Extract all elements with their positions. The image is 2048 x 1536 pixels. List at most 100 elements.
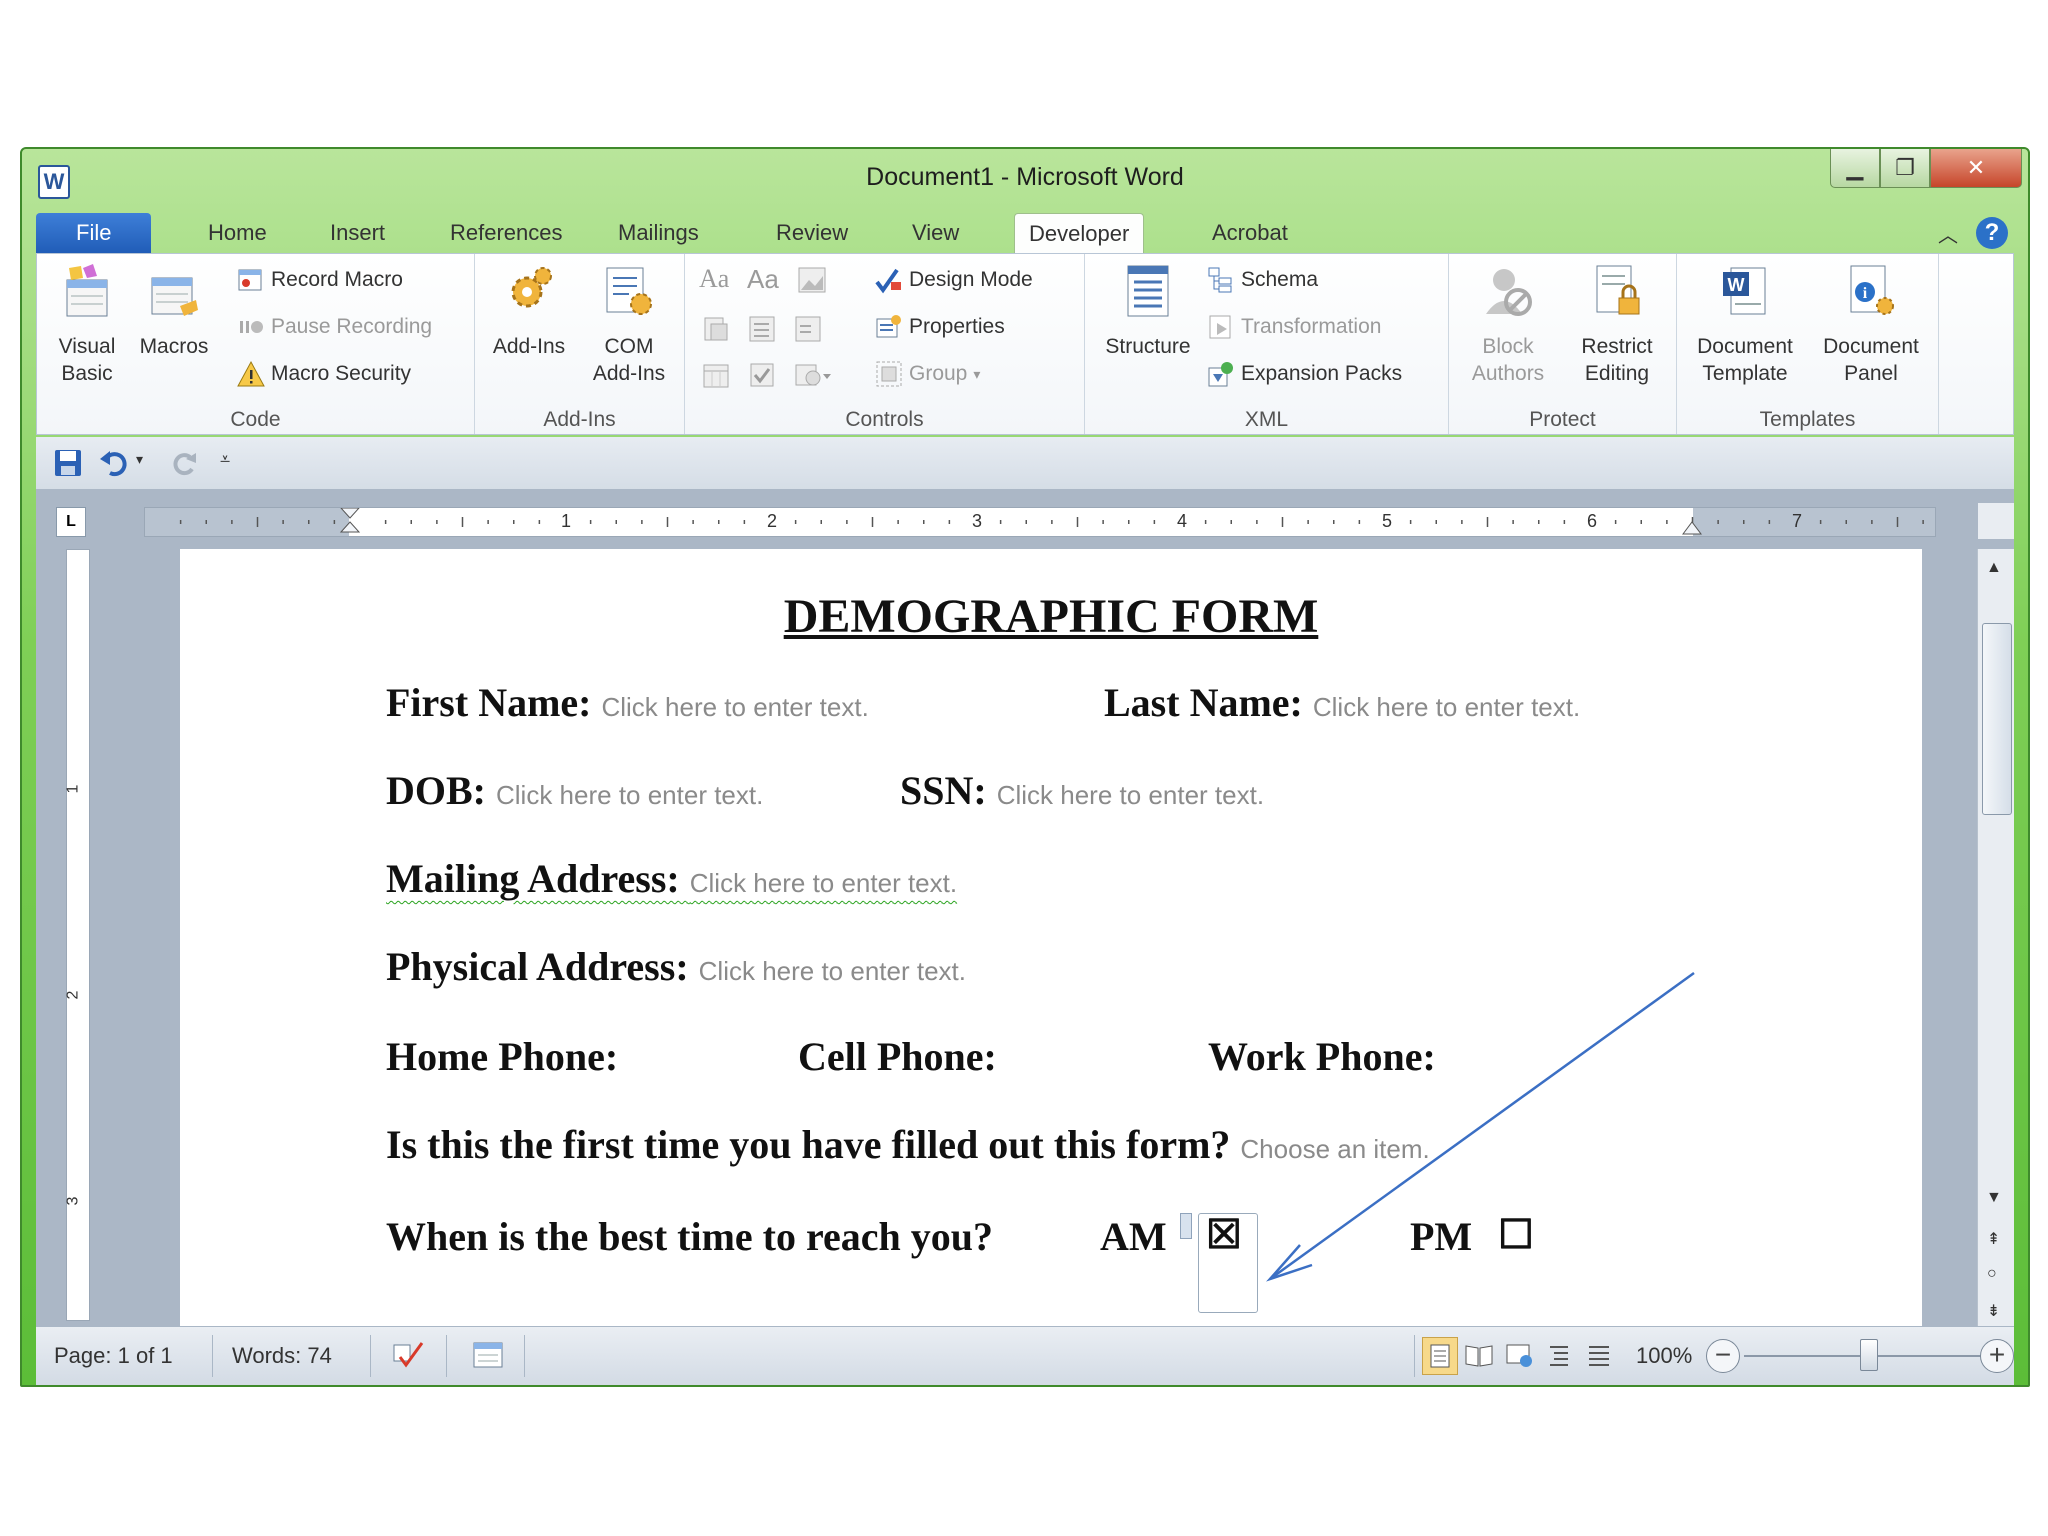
com-addins-button[interactable]: COM Add-Ins xyxy=(579,262,679,387)
minimize-button[interactable]: ▁ xyxy=(1830,149,1880,188)
macros-label: Macros xyxy=(139,335,209,358)
horizontal-ruler[interactable]: 1 2 3 4 5 6 7 xyxy=(144,507,1936,537)
block-authors-button[interactable]: Block Authors xyxy=(1455,262,1561,387)
undo-icon[interactable] xyxy=(98,447,130,479)
document-template-button[interactable]: W Document Template xyxy=(1681,262,1809,387)
zoom-level[interactable]: 100% xyxy=(1636,1343,1692,1369)
tab-file[interactable]: File xyxy=(36,213,152,255)
web-layout-icon[interactable] xyxy=(1502,1337,1536,1373)
pause-recording-button[interactable]: Pause Recording xyxy=(237,313,432,341)
word-window: W Document1 - Microsoft Word ▁ ❐ ✕ File … xyxy=(20,147,2030,1387)
right-indent-marker[interactable] xyxy=(1681,512,1703,536)
visual-basic-button[interactable]: Visual Basic xyxy=(45,262,129,387)
zoom-out-button[interactable]: − xyxy=(1706,1339,1740,1373)
print-layout-icon[interactable] xyxy=(1422,1337,1458,1375)
tab-review[interactable]: Review xyxy=(762,213,862,255)
document-panel-label-2: Panel xyxy=(1844,362,1898,385)
scroll-down-icon[interactable]: ▼ xyxy=(1986,1189,2002,1207)
group-label: Group xyxy=(909,362,968,385)
vertical-scrollbar[interactable]: ▲ ▼ ⇞ ○ ⇟ xyxy=(1977,549,2014,1329)
document-panel-button[interactable]: i Document Panel xyxy=(1809,262,1933,387)
draft-view-icon[interactable] xyxy=(1582,1337,1616,1373)
macro-recording-icon[interactable] xyxy=(470,1339,506,1371)
undo-dropdown-icon[interactable]: ▾ xyxy=(136,451,143,468)
legacy-tools-icon[interactable] xyxy=(793,360,833,390)
save-icon[interactable] xyxy=(52,447,84,479)
building-block-icon[interactable] xyxy=(701,314,731,344)
group-protect-label: Protect xyxy=(1529,408,1596,431)
previous-page-icon[interactable]: ⇞ xyxy=(1987,1229,2000,1249)
select-browse-object-icon[interactable]: ○ xyxy=(1987,1265,1997,1283)
record-macro-button[interactable]: Record Macro xyxy=(237,266,403,294)
tab-home[interactable]: Home xyxy=(194,213,281,255)
schema-button[interactable]: Schema xyxy=(1207,266,1318,294)
transformation-button[interactable]: Transformation xyxy=(1207,313,1381,341)
close-button[interactable]: ✕ xyxy=(1930,149,2022,188)
indent-marker[interactable] xyxy=(339,508,361,536)
minimize-ribbon-icon[interactable]: ︿ xyxy=(1938,219,1958,248)
physical-address-field[interactable]: Click here to enter text. xyxy=(699,956,966,986)
svg-text:i: i xyxy=(1863,285,1868,302)
mailing-address-field[interactable]: Click here to enter text. xyxy=(690,868,957,898)
date-picker-icon[interactable] xyxy=(701,360,731,390)
view-ruler-icon[interactable] xyxy=(1978,503,2014,539)
combo-box-icon[interactable] xyxy=(747,314,777,344)
content-control-handle[interactable] xyxy=(1180,1213,1192,1239)
full-screen-reading-icon[interactable] xyxy=(1462,1337,1496,1373)
scroll-thumb[interactable] xyxy=(1982,623,2012,815)
tab-references[interactable]: References xyxy=(436,213,577,255)
last-name-field[interactable]: Click here to enter text. xyxy=(1313,692,1580,722)
page-indicator[interactable]: Page: 1 of 1 xyxy=(54,1343,173,1369)
macro-security-button[interactable]: Macro Security xyxy=(237,360,411,388)
properties-button[interactable]: Properties xyxy=(875,313,1005,341)
design-mode-button[interactable]: Design Mode xyxy=(875,266,1033,294)
physical-address-label: Physical Address: xyxy=(386,944,689,989)
restrict-editing-button[interactable]: Restrict Editing xyxy=(1563,262,1671,387)
zoom-slider-thumb[interactable] xyxy=(1860,1339,1878,1371)
dob-label: DOB: xyxy=(386,768,486,813)
tab-mailings[interactable]: Mailings xyxy=(604,213,713,255)
tab-insert[interactable]: Insert xyxy=(316,213,399,255)
macros-button[interactable]: Macros xyxy=(129,262,219,360)
ssn-row: SSN: Click here to enter text. xyxy=(900,767,1264,814)
help-icon[interactable]: ? xyxy=(1976,217,2008,249)
addins-button[interactable]: Add-Ins xyxy=(481,262,577,360)
group-templates-label: Templates xyxy=(1759,408,1856,431)
tab-view[interactable]: View xyxy=(898,213,973,255)
first-name-field[interactable]: Click here to enter text. xyxy=(601,692,868,722)
plain-text-control-button[interactable]: Aa xyxy=(747,264,779,295)
zoom-in-button[interactable]: + xyxy=(1980,1339,2014,1373)
vertical-ruler-number: 3 xyxy=(64,1196,82,1206)
checkbox-control-icon[interactable] xyxy=(747,360,777,390)
group-templates: W Document Template i Document Panel Tem… xyxy=(1677,254,1939,434)
proofing-icon[interactable] xyxy=(390,1339,426,1371)
tab-developer[interactable]: Developer xyxy=(1014,213,1145,256)
macros-icon xyxy=(151,277,198,316)
next-page-icon[interactable]: ⇟ xyxy=(1987,1301,2000,1321)
group-button[interactable]: Group ▾ xyxy=(875,360,980,388)
rich-text-control-button[interactable]: Aa xyxy=(699,264,729,294)
picture-control-icon[interactable] xyxy=(797,266,827,294)
tab-acrobat[interactable]: Acrobat xyxy=(1198,213,1302,255)
scroll-up-icon[interactable]: ▲ xyxy=(1986,559,2002,577)
best-time-label: When is the best time to reach you? xyxy=(386,1214,993,1259)
restore-button[interactable]: ❐ xyxy=(1880,149,1930,188)
expansion-packs-button[interactable]: Expansion Packs xyxy=(1207,360,1402,388)
warning-icon xyxy=(237,360,265,387)
dropdown-list-icon[interactable] xyxy=(793,314,823,344)
first-time-label: Is this the first time you have filled o… xyxy=(386,1122,1231,1167)
structure-button[interactable]: Structure xyxy=(1091,262,1205,360)
tab-selector[interactable]: L xyxy=(56,507,86,537)
document-page[interactable]: DEMOGRAPHIC FORM First Name: Click here … xyxy=(180,549,1922,1329)
am-checkbox[interactable]: ☒ xyxy=(1206,1211,1242,1258)
vertical-ruler[interactable]: 1 2 3 xyxy=(64,549,90,1321)
ssn-field[interactable]: Click here to enter text. xyxy=(997,780,1264,810)
redo-icon[interactable] xyxy=(168,447,200,479)
word-count[interactable]: Words: 74 xyxy=(232,1343,332,1369)
com-addins-icon xyxy=(606,267,652,315)
first-name-row: First Name: Click here to enter text. xyxy=(386,679,869,726)
outline-view-icon[interactable] xyxy=(1542,1337,1576,1373)
dob-field[interactable]: Click here to enter text. xyxy=(496,780,763,810)
document-area: L 1 2 3 4 5 6 7 1 2 3 DEMOGRAPHIC FORM F… xyxy=(36,489,2014,1329)
customize-qat-icon[interactable]: ⩡ xyxy=(220,449,230,470)
